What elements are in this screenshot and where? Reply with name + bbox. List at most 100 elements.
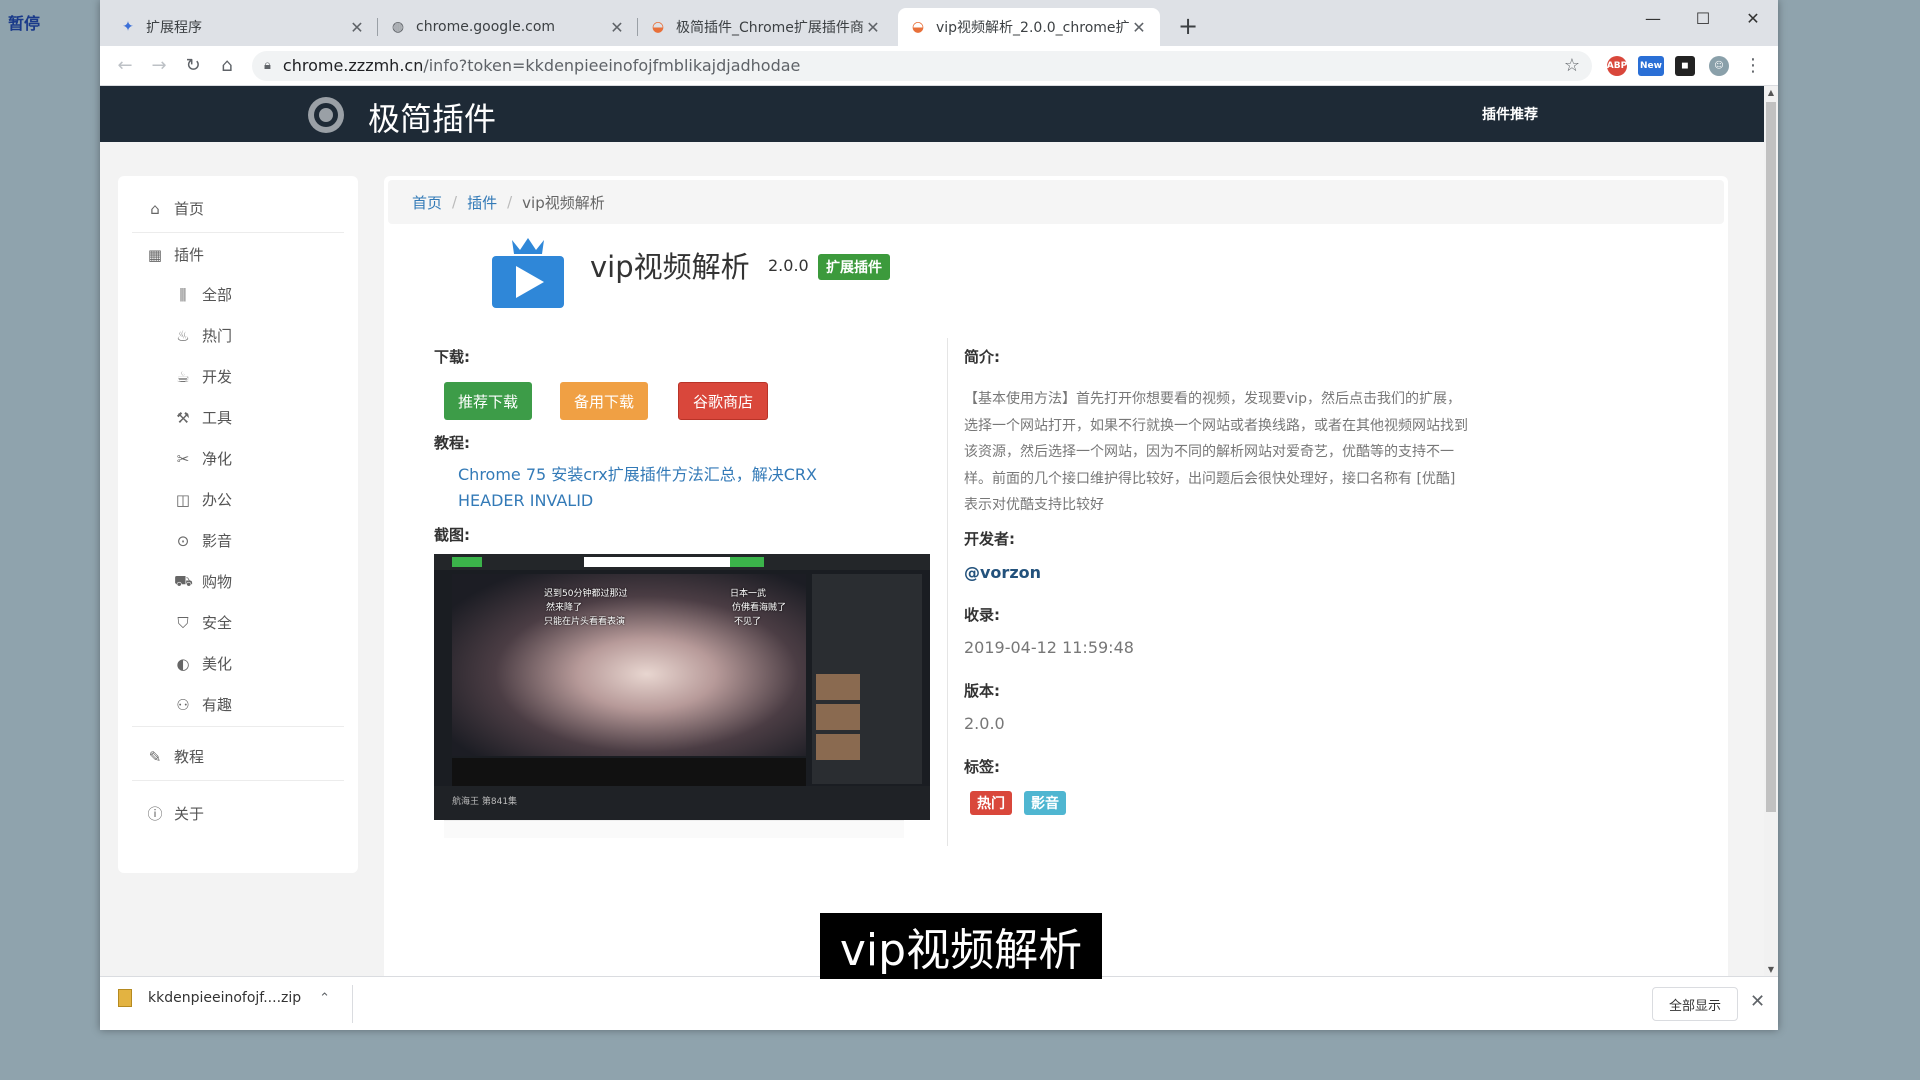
app-title: vip视频解析 [590, 250, 750, 284]
browser-toolbar: ← → ↻ ⌂ 🔒︎ chrome.zzzmh.cn/info?token=kk… [100, 46, 1778, 86]
book-icon: ◫ [175, 490, 191, 509]
screenshot-caption: 然来降了 [546, 603, 583, 613]
tutorial-link[interactable]: Chrome 75 安装crx扩展插件方法汇总，解决CRX HEADER INV… [458, 462, 878, 514]
sidebar-item-home[interactable]: ⌂ 首页 [146, 198, 204, 219]
address-domain: chrome.zzzmh.cn [282, 56, 424, 75]
indexed-label: 收录: [964, 606, 1000, 624]
bookmark-star-icon[interactable]: ☆ [1564, 55, 1580, 76]
back-icon[interactable]: ← [108, 49, 142, 83]
bars-icon: ⫼ [179, 285, 187, 304]
sidebar-item-all[interactable]: ⫼ 全部 [174, 284, 232, 305]
tab-close-icon[interactable]: ✕ [864, 18, 882, 37]
sidebar-item-plugins[interactable]: ▦ 插件 [146, 244, 204, 265]
mask-icon[interactable]: ◼ [1668, 49, 1702, 83]
screenshot-caption: 不见了 [734, 617, 762, 627]
forward-icon[interactable]: → [142, 49, 176, 83]
download-filename: kkdenpieeinofojf....zip [148, 990, 302, 1006]
sidebar-item-dev[interactable]: ☕︎ 开发 [174, 366, 232, 387]
desktop-label: 暂停 [8, 14, 41, 33]
tag-hot[interactable]: 热门 [970, 791, 1012, 815]
grid-icon: ▦ [147, 245, 163, 264]
close-window-icon[interactable]: ✕ [1728, 4, 1778, 32]
sidebar-item-tutorial[interactable]: ✎ 教程 [146, 746, 204, 767]
scissors-icon: ✂ [176, 449, 190, 468]
version-value: 2.0.0 [964, 714, 1005, 733]
site-logo-icon[interactable] [308, 97, 344, 133]
pencil-icon: ✎ [148, 747, 162, 766]
screenshot-caption: 仿佛看海贼了 [732, 603, 787, 613]
show-all-downloads-button[interactable]: 全部显示 [1652, 987, 1739, 1021]
header-recommend-link[interactable]: 插件推荐 [1482, 104, 1538, 124]
browser-window: ✦ 扩展程序 ✕ ◍ chrome.google.com ✕ ◒ 极简插件_Ch… [100, 0, 1778, 1030]
screenshot-caption: 日本一武 [730, 589, 767, 599]
backup-download-button[interactable]: 备用下载 [560, 382, 649, 420]
globe-icon: ◍ [391, 19, 405, 35]
google-store-button[interactable]: 谷歌商店 [678, 382, 769, 420]
tab-vip-parser[interactable]: ◒ vip视频解析_2.0.0_chrome扩展 ✕ [898, 8, 1160, 46]
new-tab-button[interactable]: + [1178, 12, 1198, 40]
sidebar-item-about[interactable]: ⓘ 关于 [146, 803, 204, 824]
site-brand[interactable]: 极简插件 [368, 94, 496, 140]
screenshot-caption: 迟到50分钟都过那过 [544, 589, 628, 599]
tab-close-icon[interactable]: ✕ [1130, 18, 1148, 37]
divider [132, 232, 344, 233]
sidebar-item-beautify[interactable]: ◐ 美化 [174, 653, 232, 674]
rainbow-icon: ◒ [651, 19, 665, 35]
tags-label: 标签: [964, 758, 1000, 776]
breadcrumb: 首页 / 插件 / vip视频解析 [388, 180, 1724, 224]
sidebar-item-shopping[interactable]: ⛟ 购物 [174, 571, 232, 592]
profile-icon[interactable]: ☺ [1702, 49, 1736, 83]
tab-jijian-store[interactable]: ◒ 极简插件_Chrome扩展插件商店 ✕ [638, 8, 894, 46]
chevron-up-icon[interactable]: ⌃ [319, 991, 330, 1006]
tag-media[interactable]: 影音 [1024, 791, 1066, 815]
adblock-icon[interactable]: ABP [1600, 49, 1634, 83]
divider [132, 780, 344, 781]
indexed-date: 2019-04-12 11:59:48 [964, 638, 1134, 657]
minimize-icon[interactable]: — [1628, 4, 1678, 32]
site-header: 极简插件 插件推荐 [100, 86, 1764, 142]
download-bar: kkdenpieeinofojf....zip ⌃ 全部显示 ✕ [100, 976, 1778, 1030]
developer-label: 开发者: [964, 530, 1015, 548]
cart-icon: ⛟ [174, 571, 193, 590]
tab-strip: ✦ 扩展程序 ✕ ◍ chrome.google.com ✕ ◒ 极简插件_Ch… [100, 0, 1778, 46]
breadcrumb-home[interactable]: 首页 [412, 192, 442, 213]
recommended-download-button[interactable]: 推荐下载 [444, 382, 533, 420]
play-circle-icon: ⊙ [176, 531, 190, 550]
download-label: 下载: [434, 348, 470, 366]
tutorial-label: 教程: [434, 434, 470, 452]
menu-kebab-icon[interactable]: ⋮ [1736, 49, 1770, 83]
sidebar-item-hot[interactable]: ♨ 热门 [174, 325, 232, 346]
video-subtitle-overlay: vip视频解析 [820, 913, 1102, 979]
page-scrollbar[interactable]: ▲ ▼ [1764, 86, 1778, 976]
column-divider [947, 338, 948, 846]
tab-close-icon[interactable]: ✕ [348, 18, 366, 37]
sidebar-item-office[interactable]: ◫ 办公 [174, 489, 232, 510]
breadcrumb-plugins[interactable]: 插件 [467, 192, 497, 213]
screenshot-image[interactable]: 迟到50分钟都过那过 然来降了 只能在片头看看表演 日本一武 仿佛看海贼了 不见… [434, 554, 930, 820]
tab-title: chrome.google.com [416, 19, 556, 35]
lock-icon[interactable]: 🔒︎ [264, 58, 271, 73]
sidebar-item-clean[interactable]: ✂ 净化 [174, 448, 232, 469]
sidebar-item-tools[interactable]: ⚒ 工具 [174, 407, 232, 428]
maximize-icon[interactable]: ☐ [1678, 4, 1728, 32]
download-item[interactable]: kkdenpieeinofojf....zip ⌃ [118, 989, 330, 1007]
tab-title: 极简插件_Chrome扩展插件商店 [676, 20, 864, 36]
address-bar[interactable]: 🔒︎ chrome.zzzmh.cn/info?token=kkdenpieei… [252, 50, 1592, 81]
tab-title: vip视频解析_2.0.0_chrome扩展 [936, 20, 1130, 36]
info-icon: ⓘ [147, 805, 163, 823]
sidebar-item-media[interactable]: ⊙ 影音 [174, 530, 232, 551]
developer-link[interactable]: @vorzon [964, 563, 1041, 582]
vip-play-icon [492, 238, 564, 308]
close-download-bar-icon[interactable]: ✕ [1750, 991, 1765, 1012]
new-badge-icon[interactable]: New [1634, 49, 1668, 83]
reload-icon[interactable]: ↻ [176, 49, 210, 83]
home-icon[interactable]: ⌂ [210, 49, 244, 83]
tab-extensions[interactable]: ✦ 扩展程序 ✕ [108, 8, 378, 46]
tab-chrome-google[interactable]: ◍ chrome.google.com ✕ [378, 8, 638, 46]
sidebar-item-security[interactable]: ⛉ 安全 [174, 612, 232, 633]
page-viewport: 极简插件 插件推荐 ⌂ 首页 ▦ 插件 ⫼ 全部 ♨ 热门 ☕︎ 开发 ⚒ 工具 ✂ 净化 ◫… [100, 86, 1764, 976]
address-path: /info?token=kkdenpieeinofojfmblikajdjadh… [423, 56, 801, 75]
sidebar-item-fun[interactable]: ⚇ 有趣 [174, 694, 232, 715]
tab-close-icon[interactable]: ✕ [608, 18, 626, 37]
tab-title: 扩展程序 [146, 20, 202, 36]
